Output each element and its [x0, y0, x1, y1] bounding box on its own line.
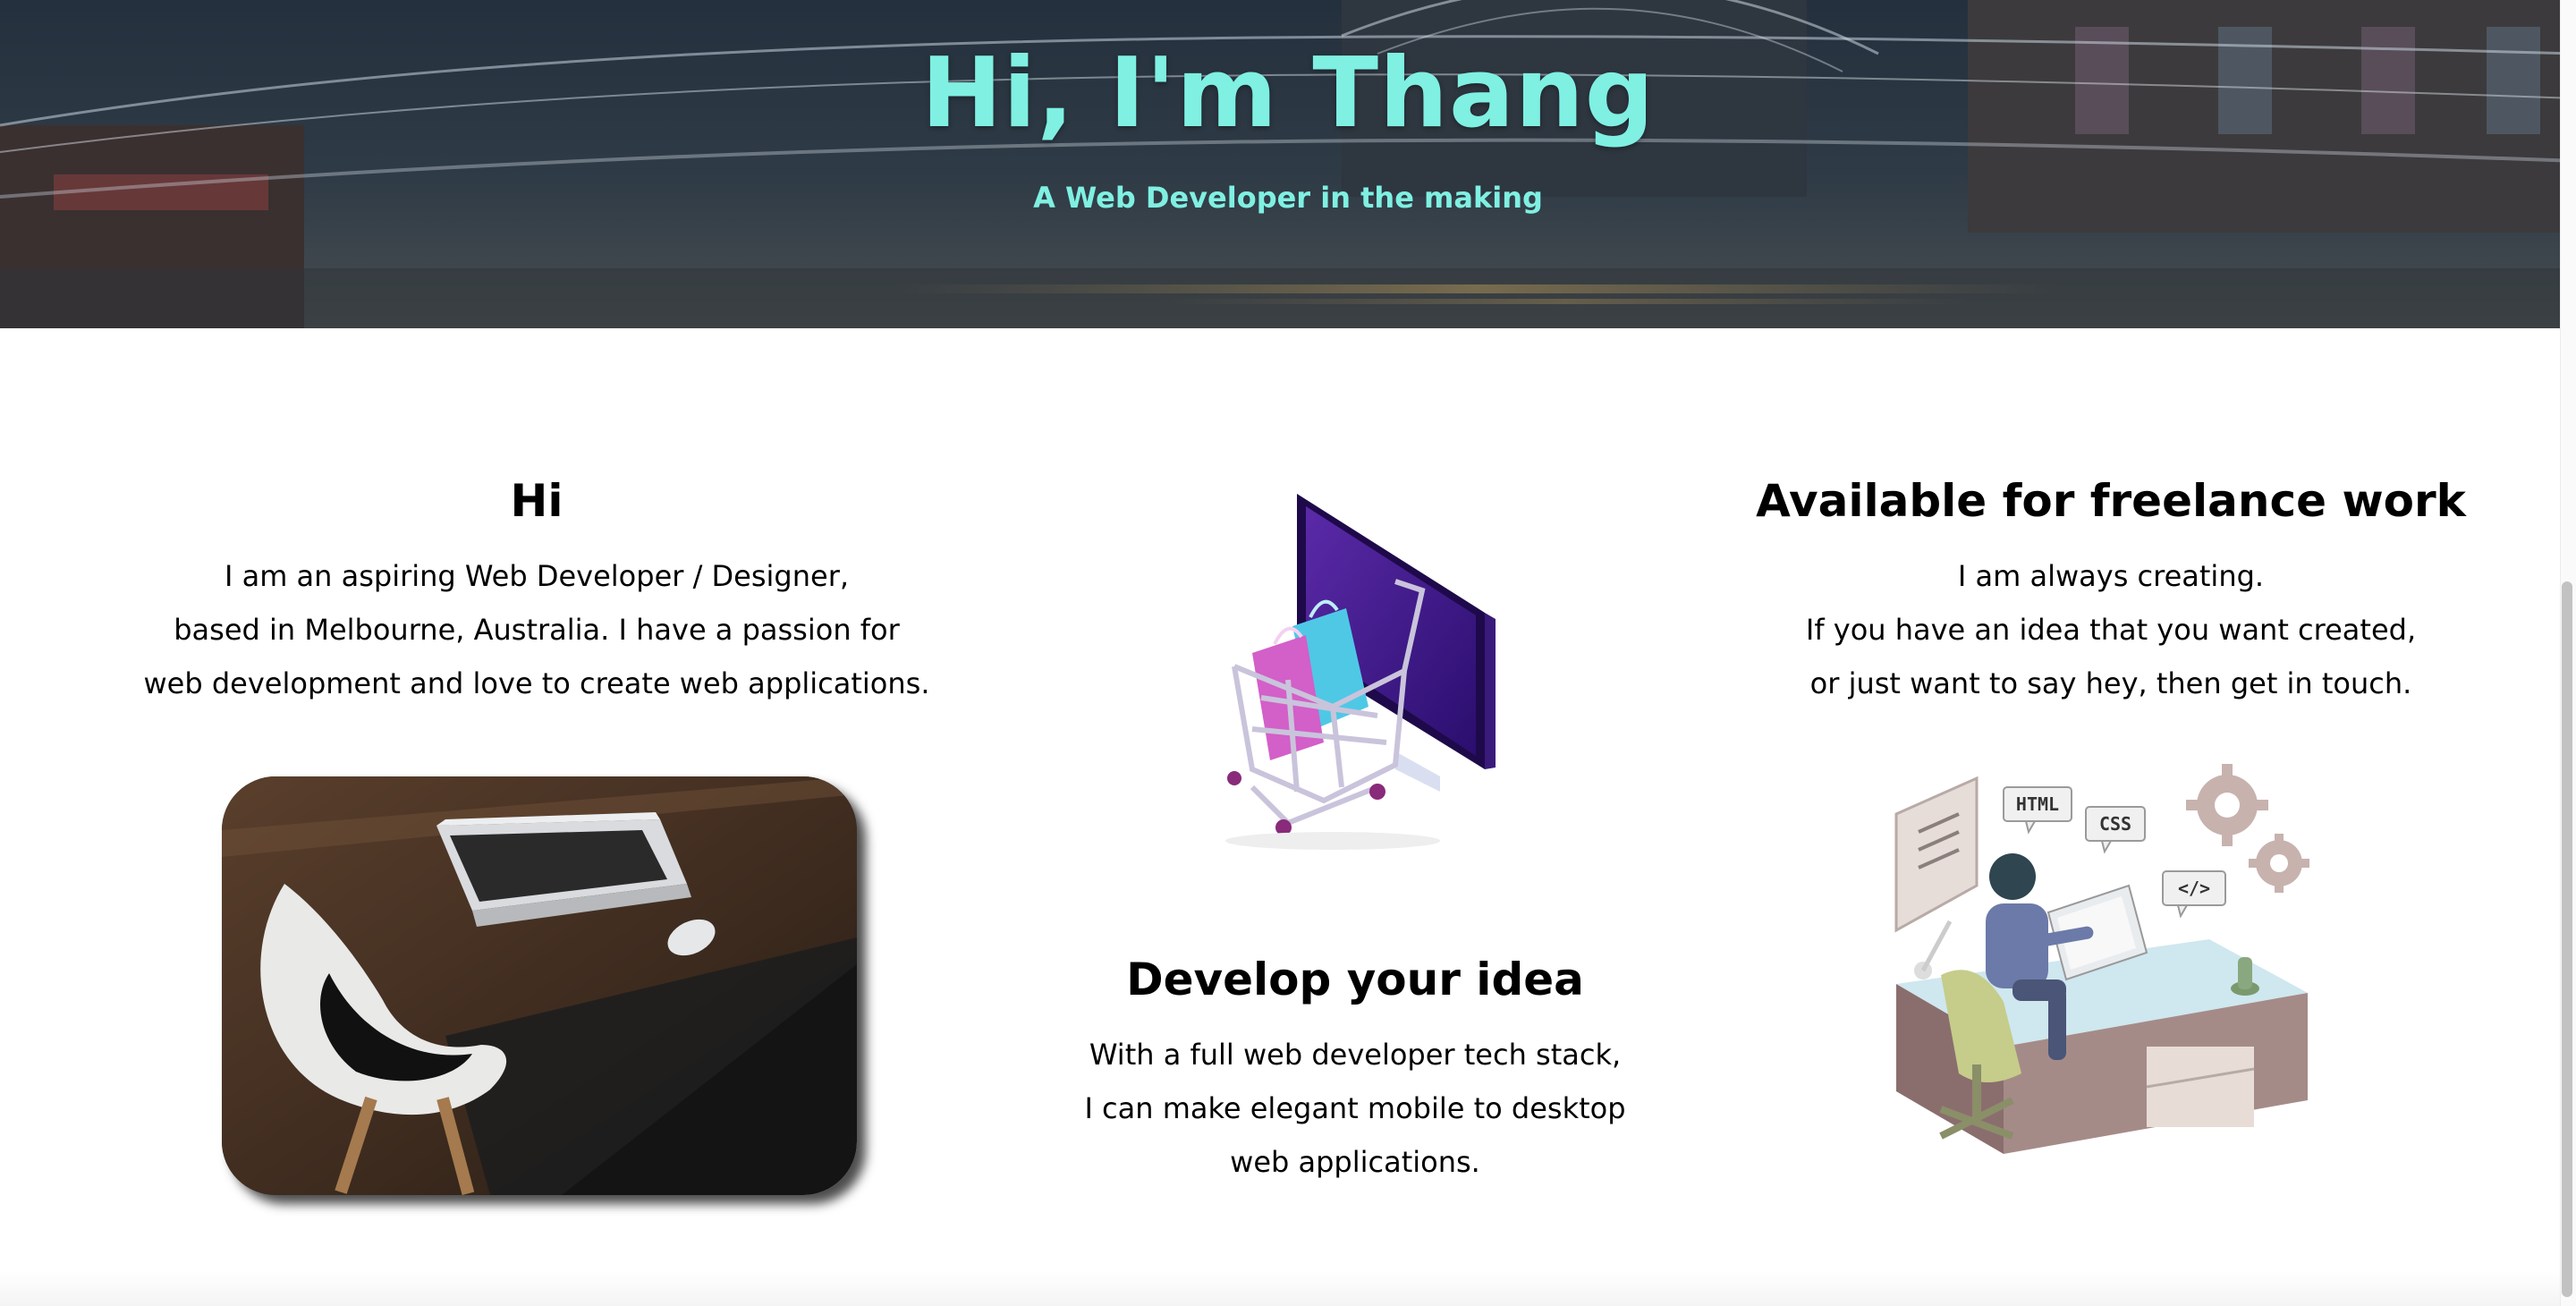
intro-line: based in Melbourne, Australia. I have a … [174, 613, 900, 647]
scrollbar-thumb[interactable] [2562, 581, 2572, 1297]
developer-at-desk-illustration: HTML CSS </> [1894, 764, 2309, 1154]
code-bubble-label: </> [2178, 878, 2210, 899]
intro-section: Hi I am an aspiring Web Developer / Desi… [143, 474, 930, 710]
develop-line: web applications. [1230, 1145, 1480, 1179]
freelance-line: I am always creating. [1957, 559, 2265, 593]
css-bubble: CSS [2085, 806, 2146, 854]
develop-text: With a full web developer tech stack, I … [1038, 1028, 1673, 1189]
develop-line: I can make elegant mobile to desktop [1084, 1091, 1626, 1125]
develop-section: Develop your idea With a full web develo… [1038, 953, 1673, 1189]
freelance-text: I am always creating. If you have an ide… [1699, 549, 2522, 710]
freelance-section: Available for freelance work I am always… [1699, 474, 2522, 710]
desk-laptop-chair-photo [222, 776, 857, 1195]
develop-heading: Develop your idea [1126, 954, 1584, 1005]
intro-text: I am an aspiring Web Developer / Designe… [143, 549, 930, 710]
html-bubble-label: HTML [2016, 793, 2059, 815]
intro-heading: Hi [510, 475, 564, 527]
freelance-line: or just want to say hey, then get in tou… [1809, 666, 2412, 700]
freelance-line: If you have an idea that you want create… [1805, 613, 2417, 647]
css-bubble-label: CSS [2099, 813, 2131, 835]
page-subtitle: A Web Developer in the making [1033, 181, 1543, 215]
page-title: Hi, I'm Thang [920, 38, 1656, 149]
develop-line: With a full web developer tech stack, [1089, 1038, 1622, 1072]
freelance-heading: Available for freelance work [1756, 475, 2466, 527]
html-bubble: HTML [2003, 786, 2072, 835]
intro-line: web development and love to create web a… [143, 666, 930, 700]
hero-banner: Hi, I'm Thang A Web Developer in the mak… [0, 0, 2576, 328]
page-bottom-fade [0, 1270, 2560, 1306]
code-bubble: </> [2162, 870, 2226, 919]
shopping-cart-monitor-illustration [1225, 494, 1496, 850]
intro-line: I am an aspiring Web Developer / Designe… [224, 559, 850, 593]
